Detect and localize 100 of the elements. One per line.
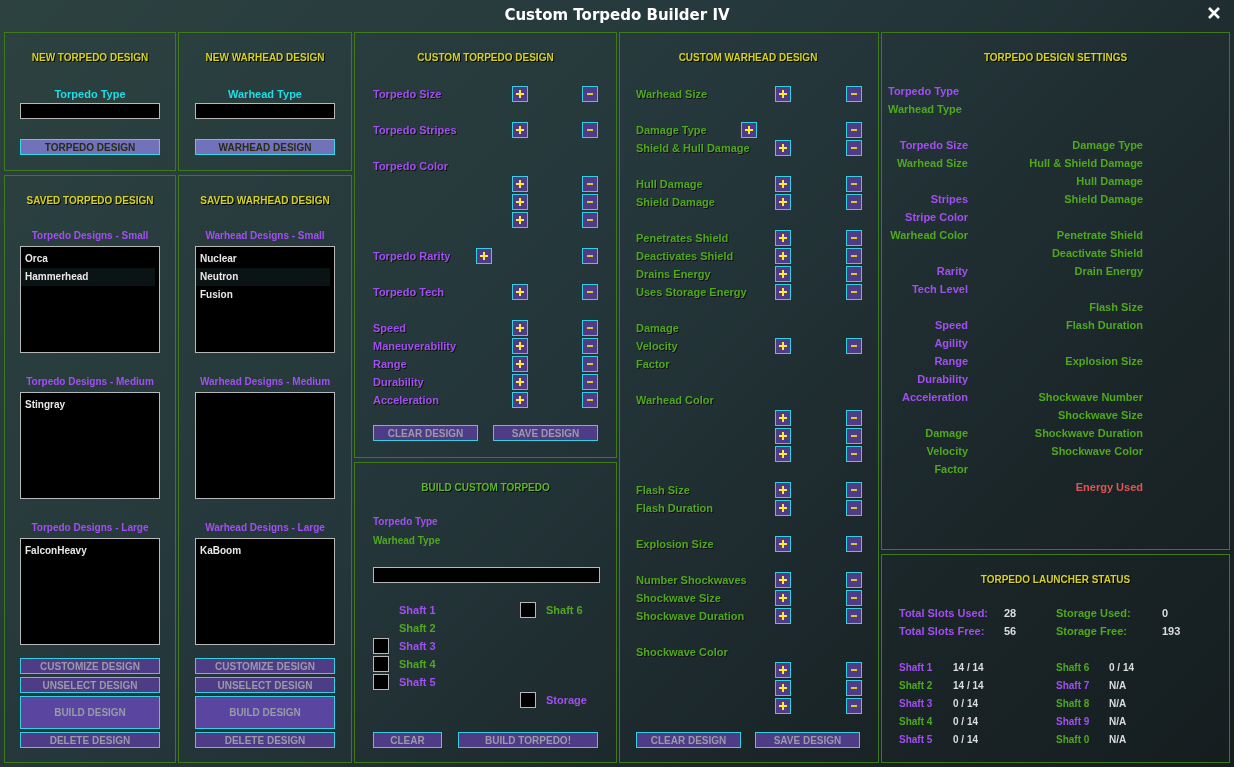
minus-button[interactable] (582, 194, 598, 210)
minus-button[interactable] (846, 428, 862, 444)
minus-button[interactable] (846, 410, 862, 426)
design-button[interactable]: DELETE DESIGN (195, 732, 335, 748)
plus-button[interactable] (512, 194, 528, 210)
input-field[interactable] (373, 567, 600, 583)
minus-button[interactable] (582, 212, 598, 228)
design-button[interactable]: BUILD DESIGN (20, 696, 160, 729)
plus-button[interactable] (775, 284, 791, 300)
input-field[interactable] (195, 103, 335, 119)
plus-button[interactable] (512, 176, 528, 192)
minus-button[interactable] (582, 320, 598, 336)
minus-button[interactable] (846, 194, 862, 210)
plus-button[interactable] (775, 338, 791, 354)
list-item[interactable]: Hammerhead (21, 268, 155, 286)
design-button[interactable]: CLEAR DESIGN (636, 732, 741, 748)
plus-button[interactable] (775, 482, 791, 498)
plus-button[interactable] (512, 122, 528, 138)
checkbox[interactable] (373, 638, 389, 654)
plus-button[interactable] (775, 608, 791, 624)
plus-button[interactable] (512, 356, 528, 372)
build-button[interactable]: BUILD TORPEDO! (458, 732, 598, 748)
plus-button[interactable] (775, 698, 791, 714)
design-button[interactable]: UNSELECT DESIGN (195, 677, 335, 693)
minus-button[interactable] (846, 572, 862, 588)
checkbox[interactable] (373, 656, 389, 672)
minus-button[interactable] (846, 536, 862, 552)
minus-button[interactable] (846, 176, 862, 192)
plus-button[interactable] (476, 248, 492, 264)
design-button[interactable]: CUSTOMIZE DESIGN (195, 658, 335, 674)
minus-button[interactable] (846, 608, 862, 624)
minus-button[interactable] (846, 86, 862, 102)
list-item[interactable]: FalconHeavy (21, 542, 155, 560)
plus-button[interactable] (775, 590, 791, 606)
list-item[interactable]: Stingray (21, 396, 155, 414)
minus-button[interactable] (846, 230, 862, 246)
plus-button[interactable] (775, 140, 791, 156)
input-field[interactable] (20, 103, 160, 119)
plus-button[interactable] (512, 284, 528, 300)
minus-button[interactable] (582, 356, 598, 372)
design-button[interactable]: CLEAR DESIGN (373, 425, 478, 441)
design-button[interactable]: WARHEAD DESIGN (195, 139, 335, 155)
plus-button[interactable] (512, 338, 528, 354)
minus-button[interactable] (846, 482, 862, 498)
plus-button[interactable] (741, 122, 757, 138)
minus-button[interactable] (582, 284, 598, 300)
plus-button[interactable] (775, 230, 791, 246)
minus-button[interactable] (582, 248, 598, 264)
minus-button[interactable] (846, 248, 862, 264)
list-item[interactable]: Orca (21, 250, 155, 268)
plus-button[interactable] (512, 374, 528, 390)
minus-button[interactable] (846, 338, 862, 354)
minus-button[interactable] (846, 590, 862, 606)
minus-button[interactable] (582, 392, 598, 408)
plus-button[interactable] (775, 536, 791, 552)
plus-button[interactable] (775, 572, 791, 588)
design-button[interactable]: DELETE DESIGN (20, 732, 160, 748)
checkbox[interactable] (520, 692, 536, 708)
design-button[interactable]: BUILD DESIGN (195, 696, 335, 729)
list-item[interactable]: Nuclear (196, 250, 330, 268)
minus-button[interactable] (846, 662, 862, 678)
checkbox[interactable] (520, 602, 536, 618)
design-button[interactable]: TORPEDO DESIGN (20, 139, 160, 155)
minus-button[interactable] (582, 122, 598, 138)
list-item[interactable]: Fusion (196, 286, 330, 304)
plus-button[interactable] (775, 446, 791, 462)
minus-button[interactable] (582, 86, 598, 102)
list-item[interactable]: KaBoom (196, 542, 330, 560)
plus-button[interactable] (775, 680, 791, 696)
plus-button[interactable] (512, 212, 528, 228)
checkbox[interactable] (373, 674, 389, 690)
minus-button[interactable] (846, 122, 862, 138)
design-button[interactable]: SAVE DESIGN (493, 425, 598, 441)
plus-button[interactable] (775, 176, 791, 192)
plus-button[interactable] (775, 86, 791, 102)
minus-button[interactable] (582, 176, 598, 192)
plus-button[interactable] (512, 86, 528, 102)
minus-button[interactable] (846, 698, 862, 714)
plus-button[interactable] (775, 410, 791, 426)
minus-button[interactable] (582, 338, 598, 354)
close-button[interactable] (1206, 5, 1222, 21)
design-button[interactable]: SAVE DESIGN (755, 732, 860, 748)
build-button[interactable]: CLEAR (373, 732, 442, 748)
plus-button[interactable] (775, 662, 791, 678)
minus-button[interactable] (846, 500, 862, 516)
minus-button[interactable] (846, 446, 862, 462)
plus-button[interactable] (775, 266, 791, 282)
minus-button[interactable] (846, 140, 862, 156)
design-button[interactable]: UNSELECT DESIGN (20, 677, 160, 693)
minus-button[interactable] (846, 680, 862, 696)
plus-button[interactable] (775, 428, 791, 444)
plus-button[interactable] (775, 194, 791, 210)
minus-button[interactable] (846, 266, 862, 282)
plus-button[interactable] (512, 392, 528, 408)
plus-button[interactable] (775, 500, 791, 516)
minus-button[interactable] (846, 284, 862, 300)
plus-button[interactable] (512, 320, 528, 336)
minus-button[interactable] (582, 374, 598, 390)
list-item[interactable]: Neutron (196, 268, 330, 286)
plus-button[interactable] (775, 248, 791, 264)
